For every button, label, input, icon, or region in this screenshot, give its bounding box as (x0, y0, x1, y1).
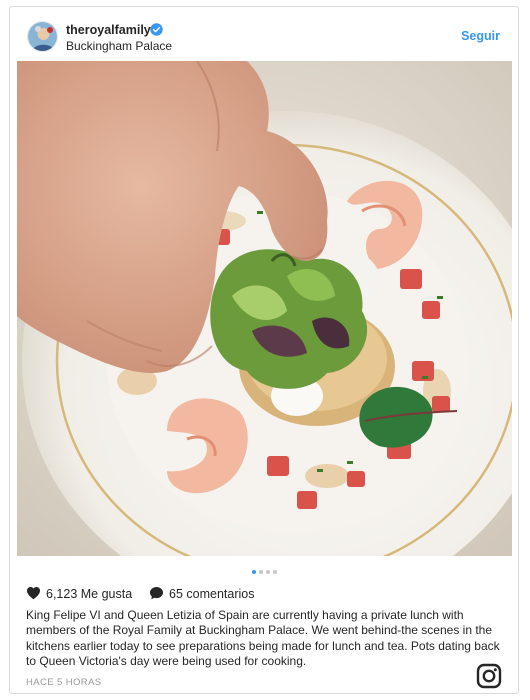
post-caption: King Felipe VI and Queen Letizia of Spai… (26, 608, 500, 669)
carousel-dot[interactable] (272, 569, 277, 574)
post-header: theroyalfamily Buckingham Palace Seguir (10, 7, 518, 65)
carousel-dot[interactable] (258, 569, 263, 574)
comments-label: 65 comentarios (169, 587, 255, 601)
follow-button[interactable]: Seguir (461, 29, 500, 43)
carousel-dot[interactable] (251, 569, 256, 574)
likes-label: 6,123 Me gusta (46, 587, 133, 601)
location-link[interactable]: Buckingham Palace (66, 39, 172, 53)
carousel-dot[interactable] (265, 569, 270, 574)
comment-icon (150, 587, 163, 600)
carousel-indicator (10, 563, 518, 574)
post-photo[interactable] (17, 61, 512, 556)
heart-icon (27, 587, 40, 600)
instagram-embed-card: theroyalfamily Buckingham Palace Seguir (9, 6, 519, 694)
verified-badge-icon (150, 23, 163, 36)
username[interactable]: theroyalfamily (66, 23, 151, 37)
post-timestamp[interactable]: HACE 5 HORAS (26, 677, 102, 688)
avatar[interactable] (27, 21, 58, 52)
instagram-logo-icon[interactable] (476, 663, 502, 689)
